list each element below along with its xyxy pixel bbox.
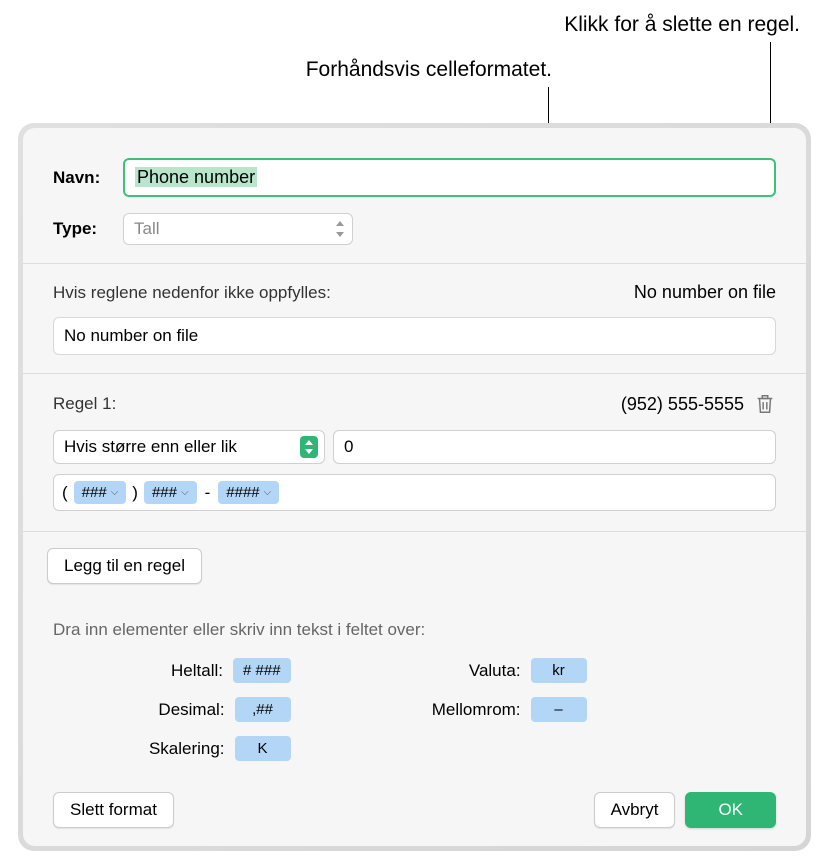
- fallback-header: Hvis reglene nedenfor ikke oppfylles: No…: [53, 282, 776, 303]
- callout-delete-rule: Klikk for å slette en regel.: [564, 13, 800, 37]
- drag-item-heltall: Heltall: # ###: [133, 658, 291, 683]
- name-value: Phone number: [135, 167, 257, 187]
- dialog-container: Navn: Phone number Type: Tall Hvis regle…: [18, 123, 811, 851]
- condition-value: Hvis større enn eller lik: [64, 437, 237, 457]
- fallback-preview: No number on file: [634, 282, 776, 303]
- drag-item-desimal: Desimal: ,##: [133, 697, 291, 722]
- desimal-token[interactable]: ,##: [235, 697, 291, 722]
- delete-format-button[interactable]: Slett format: [53, 792, 174, 828]
- callout-preview-format: Forhåndsvis celleformatet.: [306, 58, 552, 82]
- name-label: Navn:: [53, 168, 123, 188]
- add-rule-button[interactable]: Legg til en regel: [47, 548, 202, 584]
- rule-1-header: Regel 1: (952) 555-5555: [53, 392, 776, 416]
- fallback-label: Hvis reglene nedenfor ikke oppfylles:: [53, 283, 331, 303]
- custom-format-dialog: Navn: Phone number Type: Tall Hvis regle…: [23, 128, 806, 846]
- chevron-updown-icon: [300, 436, 318, 458]
- type-value: Tall: [134, 219, 160, 239]
- button-group-right: Avbryt OK: [594, 792, 776, 828]
- type-select[interactable]: Tall: [123, 213, 353, 245]
- format-token[interactable]: ### ⌵: [144, 481, 197, 504]
- heltall-label: Heltall:: [133, 661, 223, 681]
- rule-1-section: Regel 1: (952) 555-5555: [23, 374, 806, 531]
- type-label: Type:: [53, 219, 123, 239]
- button-bar: Slett format Avbryt OK: [53, 792, 776, 828]
- paren-close: ): [132, 483, 138, 503]
- cancel-button[interactable]: Avbryt: [594, 792, 676, 828]
- dash: -: [205, 483, 211, 503]
- format-token[interactable]: #### ⌵: [218, 481, 279, 504]
- chevron-down-icon: ⌵: [181, 487, 189, 498]
- fallback-section: Hvis reglene nedenfor ikke oppfylles: No…: [23, 264, 806, 373]
- trash-icon[interactable]: [754, 392, 776, 416]
- skalering-label: Skalering:: [135, 739, 225, 759]
- condition-select[interactable]: Hvis større enn eller lik: [53, 430, 325, 464]
- heltall-token[interactable]: # ###: [233, 658, 291, 683]
- valuta-token[interactable]: kr: [531, 658, 587, 683]
- format-pattern-input[interactable]: ( ### ⌵ ) ### ⌵ - #### ⌵: [53, 474, 776, 511]
- condition-value-input[interactable]: [333, 430, 776, 464]
- desimal-label: Desimal:: [135, 700, 225, 720]
- rule-1-label: Regel 1:: [53, 394, 116, 414]
- drag-col-left: Heltall: # ### Desimal: ,## Skalering: K: [133, 658, 291, 761]
- format-token[interactable]: ### ⌵: [74, 481, 127, 504]
- name-row: Navn: Phone number: [53, 158, 776, 197]
- type-row: Type: Tall: [53, 213, 776, 245]
- token-text: ###: [82, 484, 107, 501]
- drag-item-mellomrom: Mellomrom: –: [431, 697, 587, 722]
- drag-col-right: Valuta: kr Mellomrom: –: [431, 658, 587, 761]
- drag-item-skalering: Skalering: K: [133, 736, 291, 761]
- rule-1-controls: Hvis større enn eller lik: [53, 430, 776, 464]
- ok-button[interactable]: OK: [685, 792, 776, 828]
- rule-1-preview: (952) 555-5555: [621, 394, 744, 415]
- rule-1-preview-wrap: (952) 555-5555: [621, 392, 776, 416]
- drag-elements-section: Dra inn elementer eller skriv inn tekst …: [23, 600, 806, 781]
- mellomrom-token[interactable]: –: [531, 697, 587, 722]
- token-text: ####: [226, 484, 259, 501]
- paren-open: (: [62, 483, 68, 503]
- drag-instruction: Dra inn elementer eller skriv inn tekst …: [53, 620, 776, 640]
- chevron-down-icon: ⌵: [111, 487, 119, 498]
- name-input[interactable]: Phone number: [123, 158, 776, 197]
- valuta-label: Valuta:: [431, 661, 521, 681]
- fallback-input[interactable]: [53, 317, 776, 355]
- drag-grid: Heltall: # ### Desimal: ,## Skalering: K: [53, 658, 776, 761]
- add-rule-section: Legg til en regel: [23, 532, 806, 600]
- drag-item-valuta: Valuta: kr: [431, 658, 587, 683]
- token-text: ###: [152, 484, 177, 501]
- skalering-token[interactable]: K: [235, 736, 291, 761]
- chevron-updown-icon: [334, 221, 344, 237]
- mellomrom-label: Mellomrom:: [431, 700, 521, 720]
- header-section: Navn: Phone number Type: Tall: [23, 128, 806, 263]
- chevron-down-icon: ⌵: [264, 487, 272, 498]
